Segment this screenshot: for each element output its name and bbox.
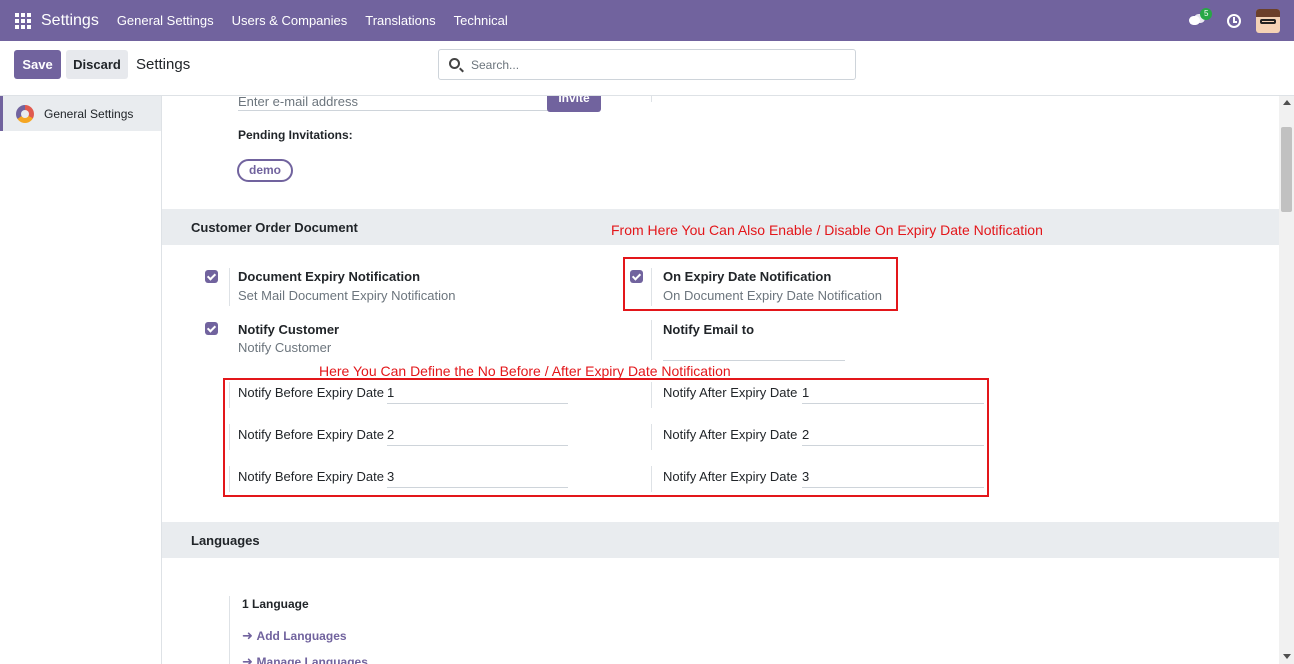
notify-before-1-label: Notify Before Expiry Date bbox=[238, 385, 384, 400]
column-divider bbox=[651, 268, 652, 306]
annotation-before-after: Here You Can Define the No Before / Afte… bbox=[319, 363, 731, 379]
on-expiry-title: On Expiry Date Notification bbox=[663, 269, 832, 284]
notify-after-2-input[interactable]: 2 bbox=[802, 427, 984, 446]
scroll-down-arrow-icon[interactable] bbox=[1283, 654, 1291, 659]
column-divider bbox=[651, 96, 652, 102]
arrow-right-icon: ➜ bbox=[242, 654, 253, 664]
column-divider bbox=[651, 424, 652, 450]
notify-before-1-input[interactable]: 1 bbox=[387, 385, 568, 404]
arrow-right-icon: ➜ bbox=[242, 628, 253, 643]
clock-icon[interactable] bbox=[1227, 13, 1241, 28]
section-title: Customer Order Document bbox=[191, 220, 358, 235]
notify-before-3-label: Notify Before Expiry Date bbox=[238, 469, 384, 484]
notify-customer-checkbox[interactable] bbox=[205, 322, 218, 335]
settings-sidebar: General Settings bbox=[0, 96, 162, 664]
column-divider bbox=[651, 382, 652, 408]
on-expiry-checkbox[interactable] bbox=[630, 270, 643, 283]
navbar-systray: 5 bbox=[1189, 0, 1294, 41]
notify-email-input[interactable] bbox=[663, 342, 845, 361]
add-languages-link[interactable]: ➜ Add Languages bbox=[242, 628, 347, 644]
sidebar-item-general-settings[interactable]: General Settings bbox=[0, 96, 161, 131]
search-box bbox=[438, 49, 856, 80]
menu-users-companies[interactable]: Users & Companies bbox=[232, 13, 348, 28]
scroll-thumb[interactable] bbox=[1281, 127, 1292, 212]
menu-technical[interactable]: Technical bbox=[454, 13, 508, 28]
user-avatar[interactable] bbox=[1256, 8, 1280, 33]
discard-button[interactable]: Discard bbox=[66, 50, 128, 79]
main-scrollbar[interactable] bbox=[1279, 96, 1294, 664]
notify-after-3-label: Notify After Expiry Date bbox=[663, 469, 798, 484]
manage-languages-label: Manage Languages bbox=[256, 655, 368, 664]
language-count: 1 Language bbox=[242, 597, 309, 611]
notify-after-3-input[interactable]: 3 bbox=[802, 469, 984, 488]
pending-invitations-label: Pending Invitations: bbox=[238, 128, 353, 142]
chat-icon[interactable]: 5 bbox=[1189, 7, 1213, 28]
chat-count-badge: 5 bbox=[1200, 7, 1213, 20]
column-divider bbox=[229, 466, 230, 492]
breadcrumb: Settings bbox=[136, 56, 191, 73]
pending-invitation-tag[interactable]: demo bbox=[237, 159, 294, 182]
column-divider bbox=[229, 424, 230, 450]
invite-button[interactable]: Invite bbox=[547, 96, 601, 112]
scroll-up-arrow-icon[interactable] bbox=[1283, 100, 1291, 105]
add-languages-label: Add Languages bbox=[256, 629, 347, 643]
notify-customer-desc: Notify Customer bbox=[238, 340, 332, 355]
doc-expiry-desc: Set Mail Document Expiry Notification bbox=[238, 288, 456, 303]
notify-customer-title: Notify Customer bbox=[238, 322, 340, 337]
column-divider bbox=[229, 268, 230, 306]
section-title: Languages bbox=[191, 533, 260, 548]
save-button[interactable]: Save bbox=[14, 50, 61, 79]
notify-after-1-input[interactable]: 1 bbox=[802, 385, 984, 404]
app-name[interactable]: Settings bbox=[41, 12, 99, 30]
notify-before-2-input[interactable]: 2 bbox=[387, 427, 568, 446]
menu-general-settings[interactable]: General Settings bbox=[117, 13, 214, 28]
menu-translations[interactable]: Translations bbox=[365, 13, 435, 28]
annotation-expiry-toggle: From Here You Can Also Enable / Disable … bbox=[611, 222, 1043, 238]
doc-expiry-title: Document Expiry Notification bbox=[238, 269, 421, 284]
notify-before-2-label: Notify Before Expiry Date bbox=[238, 427, 384, 442]
on-expiry-desc: On Document Expiry Date Notification bbox=[663, 288, 882, 303]
odoo-logo-icon bbox=[16, 104, 34, 123]
manage-languages-link[interactable]: ➜ Manage Languages bbox=[242, 654, 368, 664]
column-divider bbox=[229, 596, 230, 664]
control-panel: Save Discard Settings bbox=[0, 41, 1294, 96]
notify-before-3-input[interactable]: 3 bbox=[387, 469, 568, 488]
section-languages: Languages bbox=[162, 522, 1279, 558]
sidebar-item-label: General Settings bbox=[44, 106, 134, 121]
column-divider bbox=[651, 320, 652, 360]
notify-after-2-label: Notify After Expiry Date bbox=[663, 427, 798, 442]
search-input[interactable] bbox=[471, 56, 841, 74]
search-icon bbox=[449, 58, 460, 69]
column-divider bbox=[651, 466, 652, 492]
notify-after-1-label: Notify After Expiry Date bbox=[663, 385, 798, 400]
invite-email-input[interactable]: Enter e-mail address bbox=[238, 96, 548, 111]
column-divider bbox=[229, 382, 230, 408]
doc-expiry-checkbox[interactable] bbox=[205, 270, 218, 283]
notify-email-title: Notify Email to bbox=[663, 322, 755, 337]
top-navbar: Settings General Settings Users & Compan… bbox=[0, 0, 1294, 41]
apps-grid-icon[interactable] bbox=[15, 12, 31, 29]
settings-main: Enter e-mail address Invite Pending Invi… bbox=[162, 96, 1279, 664]
